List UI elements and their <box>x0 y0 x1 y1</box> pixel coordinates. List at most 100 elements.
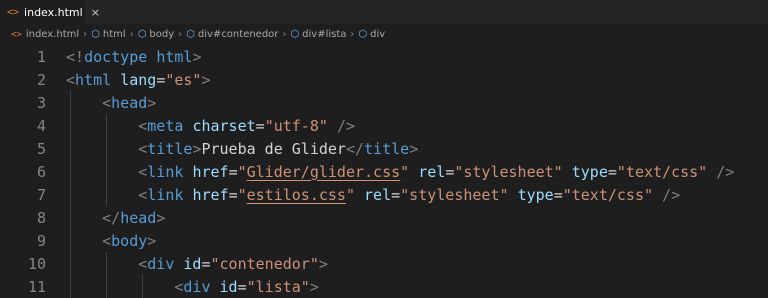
breadcrumb-label: div <box>370 29 386 40</box>
code-token: = <box>201 254 211 273</box>
code-token: < <box>102 93 112 112</box>
code-token: body <box>111 231 148 250</box>
element-icon: ⬡ <box>358 29 368 40</box>
code-token: link <box>147 185 184 204</box>
tab-index-html[interactable]: <> index.html × <box>0 0 100 24</box>
line-number: 3 <box>36 93 46 112</box>
code-token: = <box>255 116 265 135</box>
code-token: > <box>147 231 157 250</box>
line-number: 8 <box>36 208 46 227</box>
breadcrumb-item[interactable]: ⬡ body <box>138 29 174 40</box>
code-token: Prueba de Glider <box>201 139 346 158</box>
element-icon: ⬡ <box>186 29 195 40</box>
code-token: title <box>147 139 193 158</box>
code-editor[interactable]: 1 <! doctype html >2 < html lang = "es" >3 < head… <box>0 45 768 298</box>
element-icon: ⬡ <box>91 29 100 40</box>
breadcrumb-label: div#contenedor <box>197 29 279 40</box>
code-token: = <box>607 162 617 181</box>
code-token: id <box>219 277 238 296</box>
code-token: /> <box>662 185 681 204</box>
code-token: head <box>120 208 157 227</box>
line-number: 7 <box>36 185 46 204</box>
code-token: < <box>102 231 112 250</box>
code-token: > <box>192 139 202 158</box>
code-token: id <box>183 254 202 273</box>
code-token: "contenedor" <box>210 254 319 273</box>
code-text: < head > <box>66 91 156 114</box>
code-token: = <box>553 185 563 204</box>
code-token: < <box>138 162 148 181</box>
code-token: div <box>147 254 175 273</box>
code-token: > <box>156 208 166 227</box>
code-token: = <box>228 162 238 181</box>
html-file-icon: <> <box>7 6 20 18</box>
code-token: charset <box>192 116 256 135</box>
code-token: title <box>364 139 410 158</box>
code-token: = <box>391 185 401 204</box>
code-token: > <box>192 47 202 66</box>
code-token: "text/css" <box>616 162 708 181</box>
code-text: < link href = " Glider/glider.css " rel = "styl… <box>66 160 734 183</box>
code-token: > <box>201 70 211 89</box>
code-token: link <box>147 162 184 181</box>
tab-bar: <> index.html × <box>0 0 768 24</box>
element-icon: ⬡ <box>290 29 300 40</box>
code-token: href <box>192 162 229 181</box>
code-token: > <box>309 277 319 296</box>
line-number: 11 <box>27 277 46 296</box>
breadcrumb-item[interactable]: ⬡ html <box>91 29 126 40</box>
code-token: "utf-8" <box>264 116 328 135</box>
breadcrumb-label: html <box>102 29 126 40</box>
line-number: 1 <box>36 47 46 66</box>
code-token: "stylesheet" <box>454 162 563 181</box>
breadcrumb-item[interactable]: <> index.html <box>11 29 79 40</box>
breadcrumb-label: div#lista <box>302 29 347 40</box>
breadcrumb-item[interactable]: ⬡ div#contenedor <box>186 29 278 40</box>
code-token: < <box>66 70 76 89</box>
html-file-icon: <> <box>11 29 22 40</box>
tab-label: index.html <box>24 5 83 19</box>
close-icon[interactable]: × <box>91 6 100 19</box>
chevron-right-icon: › <box>178 29 183 40</box>
chevron-right-icon: › <box>282 29 287 40</box>
code-token: doctype <box>84 47 148 66</box>
code-token: "es" <box>165 70 202 89</box>
code-line: 8 </head > <box>0 206 768 229</box>
breadcrumb-item[interactable]: ⬡ div <box>358 29 385 40</box>
code-token: < <box>138 139 148 158</box>
line-number: 5 <box>36 139 46 158</box>
code-line: 4 < meta charset = "utf-8" /> <box>0 114 768 137</box>
code-token: div <box>183 277 211 296</box>
code-line: 11 < div id = "lista" > <box>0 275 768 298</box>
code-token: " <box>237 185 247 204</box>
code-token: "text/css" <box>562 185 654 204</box>
chevron-right-icon: › <box>350 29 355 40</box>
breadcrumb-label: body <box>149 29 175 40</box>
code-token: = <box>237 277 247 296</box>
breadcrumb-item[interactable]: ⬡ div#lista <box>290 29 346 40</box>
code-line: 10 < div id = "contenedor" > <box>0 252 768 275</box>
code-text: </head > <box>66 206 165 229</box>
code-token: "stylesheet" <box>400 185 509 204</box>
code-token: > <box>147 93 157 112</box>
code-token: html <box>156 47 193 66</box>
code-text: < body > <box>66 229 156 252</box>
code-line: 6 < link href = " Glider/glider.css " rel = "st… <box>0 160 768 183</box>
code-text: < html lang = "es" > <box>66 68 211 91</box>
code-token: lang <box>120 70 157 89</box>
code-line: 7 < link href = " estilos.css " rel = "styleshe… <box>0 183 768 206</box>
code-line: 1 <! doctype html > <box>0 45 768 68</box>
breadcrumb: <> index.html › ⬡ html › ⬡ body › ⬡ div#contenedor… <box>0 24 768 45</box>
code-text: < div id = "lista" > <box>66 275 319 298</box>
line-number: 6 <box>36 162 46 181</box>
line-number: 2 <box>36 70 46 89</box>
